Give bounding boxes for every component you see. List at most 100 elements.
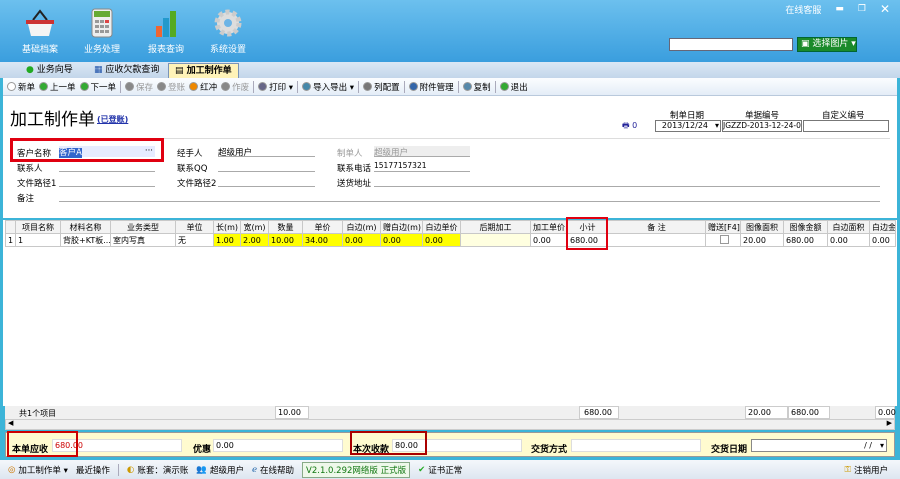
docno-field[interactable]: JGZZD-2013-12-24-001 (722, 120, 802, 132)
column-header[interactable]: 备 注 (607, 220, 706, 234)
select-image-button[interactable]: ▣ 选择图片 ▾ (797, 37, 857, 52)
table-cell[interactable]: 1.00 (213, 233, 241, 247)
toolbar-button[interactable]: 导入导出 ▾ (302, 81, 354, 93)
table-row[interactable]: 1 1 背胶+KT板... 室内写真无 1.00 2.00 10.00 34.00 0.00 0.… (5, 233, 896, 247)
toolbar-button[interactable]: 保存 (125, 81, 153, 93)
toolbar-button[interactable]: 下一单 (79, 81, 116, 93)
column-header[interactable]: 数量 (268, 220, 303, 234)
column-header[interactable]: 赠送[F4] (705, 220, 741, 234)
table-cell[interactable]: 0.00 (380, 233, 423, 247)
toolbar-button[interactable]: 上一单 (39, 81, 76, 93)
table-cell[interactable]: 0.00 (869, 233, 896, 247)
table-cell[interactable] (460, 233, 531, 247)
column-header[interactable]: 后期加工 (460, 220, 531, 234)
table-cell[interactable]: 0.00 (530, 233, 568, 247)
toolbar-icon (221, 82, 231, 91)
module-menu[interactable]: ◎ 加工制作单 ▾ (8, 464, 68, 476)
toolbar-icon (7, 82, 16, 91)
tab-bar: ● 业务向导 ▦ 应收欠款查询 ▤ 加工制作单 (0, 62, 900, 78)
horizontal-scrollbar[interactable]: ◀ ▶ (5, 419, 895, 430)
table-cell[interactable]: 0.00 (827, 233, 870, 247)
restore-icon[interactable]: ❐ (858, 4, 866, 14)
scroll-right-icon[interactable]: ▶ (887, 419, 892, 427)
address-field[interactable] (374, 176, 880, 187)
online-help[interactable]: ℯ 在线帮助 (252, 464, 294, 476)
column-header[interactable]: 白边金 (869, 220, 896, 234)
table-cell[interactable]: 1 (5, 233, 16, 247)
contact-field[interactable] (59, 161, 155, 172)
tab-receivables[interactable]: ▦ 应收欠款查询 (88, 63, 165, 78)
toolbar-icon (125, 82, 135, 91)
column-header[interactable]: 白边单价 (422, 220, 461, 234)
table-cell[interactable]: 680.00 (783, 233, 828, 247)
column-header[interactable]: 赠白边(m) (380, 220, 423, 234)
toolbar-button[interactable]: 退出 (499, 81, 528, 93)
gift-checkbox[interactable] (720, 234, 729, 244)
table-cell[interactable]: 2.00 (240, 233, 269, 247)
toolbar-button[interactable]: 登账 (157, 81, 185, 93)
column-header[interactable]: 白边面积 (827, 220, 870, 234)
nav-basic-archive[interactable]: 基础档案 (10, 8, 70, 55)
path1-field[interactable] (59, 176, 155, 187)
check-icon: ✔ (418, 464, 426, 475)
nav-settings[interactable]: 系统设置 (198, 8, 258, 55)
column-header[interactable]: 长(m) (213, 220, 241, 234)
toolbar-button[interactable]: 作废 (221, 81, 249, 93)
path2-field[interactable] (218, 176, 315, 187)
delivery-date-picker[interactable]: / / ▾ (751, 439, 887, 452)
nav-reports[interactable]: 报表查询 (136, 8, 196, 55)
column-header[interactable]: 单位 (175, 220, 214, 234)
table-cell[interactable]: 无 (175, 233, 214, 247)
table-cell[interactable] (705, 233, 741, 247)
table-cell[interactable]: 20.00 (740, 233, 784, 247)
column-header[interactable]: 白边(m) (342, 220, 381, 234)
nav-business[interactable]: 业务处理 (72, 8, 132, 55)
chevron-down-icon: ▾ (714, 121, 719, 130)
toolbar-button[interactable]: 复制 (462, 81, 491, 93)
key-icon: ⚿ (844, 464, 851, 475)
column-header[interactable]: 图像面积 (740, 220, 784, 234)
column-header[interactable]: 业务类型 (110, 220, 176, 234)
table-cell[interactable]: 室内写真 (110, 233, 176, 247)
custom-no-field[interactable] (803, 120, 889, 132)
table-cell[interactable]: 背胶+KT板... (60, 233, 111, 247)
table-cell[interactable]: 0.00 (342, 233, 381, 247)
tab-business-guide[interactable]: ● 业务向导 (20, 63, 79, 78)
status-badge[interactable]: (已登账) (97, 114, 128, 125)
column-header[interactable]: 宽(m) (240, 220, 269, 234)
table-cell[interactable]: 34.00 (302, 233, 343, 247)
toolbar-button[interactable]: 打印 ▾ (258, 81, 293, 93)
delivery-method-field[interactable] (571, 439, 701, 452)
image-search-input[interactable] (669, 38, 793, 51)
column-header[interactable]: 材料名称 (60, 220, 111, 234)
document-icon: ▤ (175, 66, 184, 76)
scroll-left-icon[interactable]: ◀ (8, 419, 13, 427)
column-header[interactable] (5, 220, 16, 234)
online-service-link[interactable]: 在线客服 (785, 3, 821, 16)
toolbar-button[interactable]: 附件管理 (408, 81, 454, 93)
tab-processing-order[interactable]: ▤ 加工制作单 (168, 63, 239, 78)
column-header[interactable]: 加工单价 (530, 220, 568, 234)
qq-field[interactable] (218, 161, 315, 172)
logout-button[interactable]: ⚿ 注销用户 (845, 464, 888, 476)
minimize-icon[interactable]: ▬ (835, 4, 844, 14)
table-cell[interactable] (607, 233, 706, 247)
toolbar-button[interactable]: 新单 (7, 81, 35, 93)
column-header[interactable]: 项目名称 (15, 220, 61, 234)
close-icon[interactable]: ✕ (880, 2, 890, 16)
column-header[interactable]: 单价 (302, 220, 343, 234)
bar-chart-icon (156, 11, 176, 37)
phone-field[interactable]: 15177157321 (374, 161, 470, 172)
discount-field[interactable]: 0.00 (213, 439, 343, 452)
column-header[interactable]: 图像金额 (783, 220, 828, 234)
date-picker[interactable]: 2013/12/24 ▾ (655, 120, 721, 132)
toolbar-button[interactable]: 列配置 (363, 81, 400, 93)
handler-field[interactable]: 超级用户 (218, 146, 315, 158)
table-cell[interactable]: 10.00 (268, 233, 303, 247)
recent-actions[interactable]: 最近操作 (76, 464, 110, 476)
sum-subtotal: 680.00 (579, 406, 619, 419)
table-cell[interactable]: 1 (15, 233, 61, 247)
table-cell[interactable]: 0.00 (422, 233, 461, 247)
toolbar-button[interactable]: 红冲 (189, 81, 217, 93)
note-field[interactable] (59, 191, 880, 202)
